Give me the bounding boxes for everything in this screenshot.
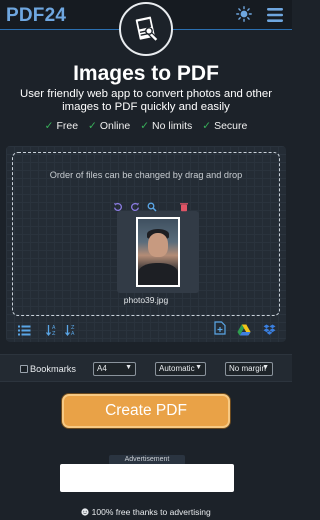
margin-select[interactable]: No margin ▼ — [225, 362, 273, 376]
check-icon: ✓ — [44, 120, 54, 132]
chevron-down-icon: ▼ — [195, 364, 202, 371]
bookmarks-checkbox[interactable] — [20, 365, 28, 373]
chevron-down-icon: ▼ — [125, 364, 132, 371]
feature-item: ✓ Free — [45, 120, 78, 132]
check-icon: ✓ — [140, 120, 150, 132]
photo-shoulders — [138, 263, 178, 285]
feature-item: ✓ Secure — [202, 120, 247, 132]
feature-label: Online — [99, 120, 131, 132]
orientation-select[interactable]: Automatic ▼ — [155, 362, 206, 376]
file-name: photo39.jpg — [123, 295, 169, 305]
sun-icon[interactable] — [236, 6, 252, 26]
create-pdf-button[interactable]: Create PDF — [62, 394, 230, 428]
image-thumbnail[interactable] — [136, 217, 180, 287]
options-bar: Bookmarks A4 ▼ Automatic ▼ No margin ▼ — [0, 354, 292, 382]
pdf-tools-logo-icon[interactable] — [119, 2, 173, 56]
photo-preview — [138, 219, 178, 285]
orientation-value: Automatic — [159, 364, 195, 373]
bookmarks-label: Bookmarks — [30, 364, 76, 374]
rotate-left-icon[interactable] — [113, 197, 123, 216]
page-title: Images to PDF — [73, 62, 219, 85]
hamburger-menu-icon[interactable] — [266, 7, 284, 27]
upload-panel: Order of files can be changed by drag an… — [6, 146, 286, 342]
page-size-select[interactable]: A4 ▼ — [93, 362, 136, 376]
rotate-right-icon[interactable] — [130, 197, 140, 216]
feature-item: ✓ No limits — [140, 120, 192, 132]
feature-list: ✓ Free ✓ Online ✓ No limits ✓ Secure — [0, 120, 292, 132]
check-icon: ✓ — [202, 120, 212, 132]
feature-item: ✓ Online — [88, 120, 130, 132]
feature-label: No limits — [152, 120, 193, 132]
feature-label: Free — [56, 120, 79, 132]
chevron-down-icon: ▼ — [262, 364, 269, 371]
footer-note-text: 100% free thanks to advertising — [91, 507, 211, 517]
feature-label: Secure — [214, 120, 248, 132]
smile-icon — [81, 507, 91, 517]
svg-text:A: A — [71, 331, 75, 336]
brand-logo[interactable]: PDF24 — [6, 5, 66, 27]
page-size-value: A4 — [97, 364, 107, 373]
svg-text:Z: Z — [52, 331, 56, 336]
zoom-icon[interactable] — [147, 197, 157, 216]
sort-az-icon[interactable]: A Z — [46, 321, 58, 340]
list-view-icon[interactable] — [18, 321, 31, 340]
advertisement-slot[interactable] — [60, 464, 234, 492]
drop-zone[interactable]: Order of files can be changed by drag an… — [12, 152, 280, 316]
margin-value: No margin — [229, 364, 266, 373]
check-icon: ✓ — [88, 120, 97, 132]
footer-note: 100% free thanks to advertising — [0, 507, 292, 517]
google-drive-icon[interactable] — [237, 321, 251, 340]
dropbox-icon[interactable] — [263, 321, 276, 340]
delete-icon[interactable] — [179, 197, 189, 216]
add-file-icon[interactable] — [214, 320, 226, 339]
photo-face — [148, 233, 168, 257]
drop-hint: Order of files can be changed by drag an… — [49, 170, 243, 180]
page-subtitle: User friendly web app to convert photos … — [19, 88, 272, 113]
sort-za-icon[interactable]: Z A — [65, 321, 77, 340]
